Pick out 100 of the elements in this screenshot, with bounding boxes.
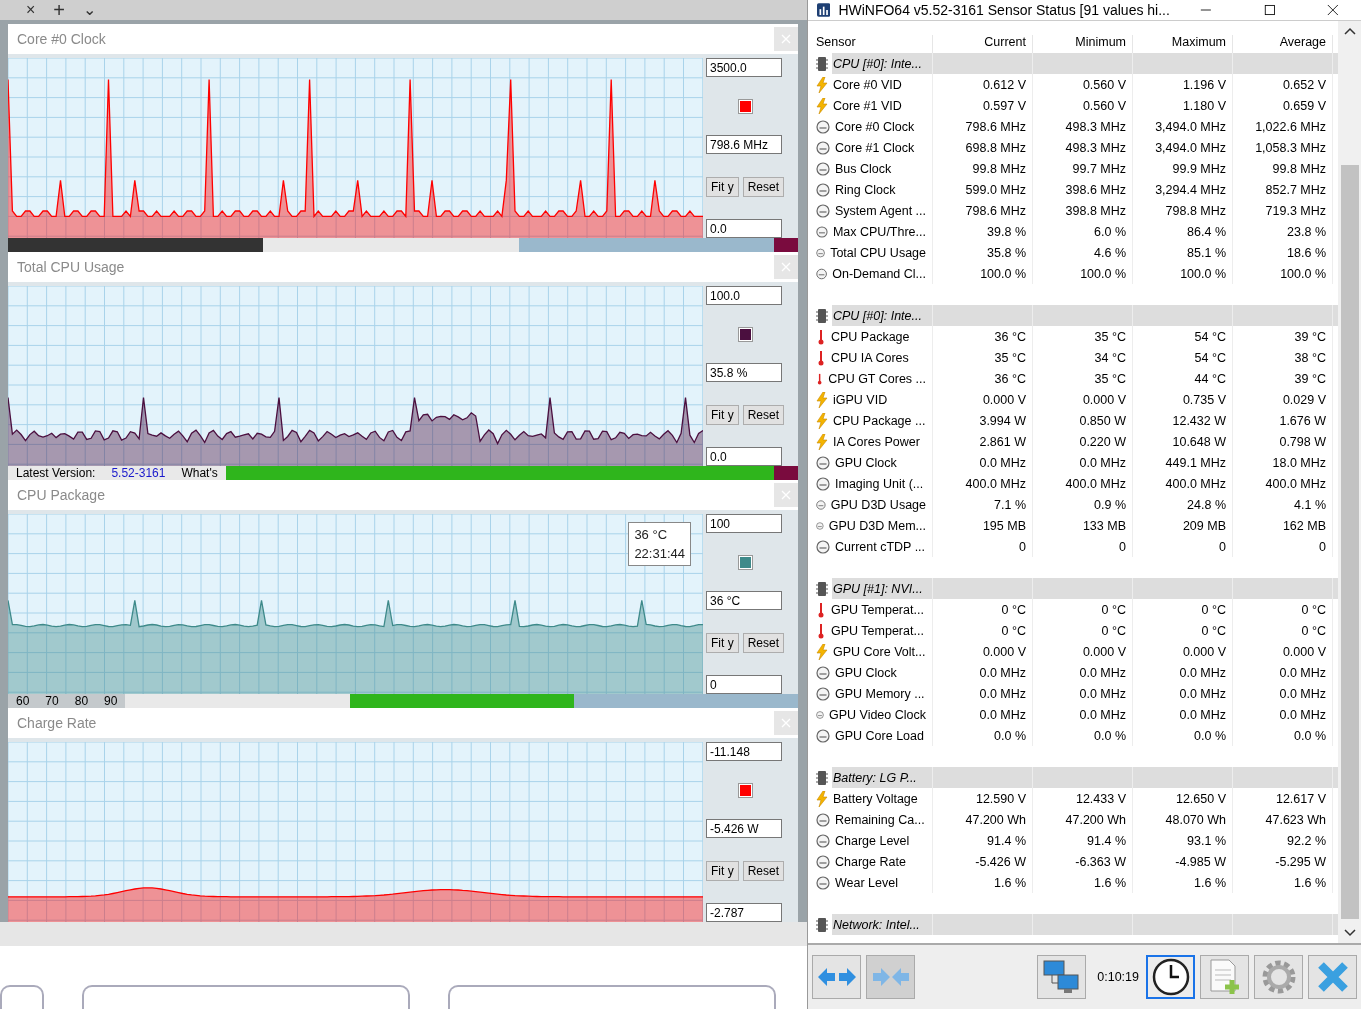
gauge-icon bbox=[816, 203, 830, 218]
close-button[interactable] bbox=[1308, 955, 1357, 999]
table-cell: 162 MB bbox=[1233, 515, 1333, 536]
table-cell: 48.070 Wh bbox=[1133, 809, 1233, 830]
max-value-field[interactable]: -11.148 bbox=[706, 742, 782, 761]
sensor-name: Current cTDP ... bbox=[835, 539, 926, 554]
table-cell: 0.0 % bbox=[1233, 725, 1333, 746]
gauge-icon bbox=[816, 161, 830, 176]
sensor-name: CPU GT Cores ... bbox=[828, 371, 926, 386]
scroll-down-icon[interactable] bbox=[1343, 929, 1356, 937]
swap-button[interactable] bbox=[812, 955, 861, 999]
report-button[interactable] bbox=[1200, 955, 1249, 999]
scrollbar[interactable] bbox=[1338, 21, 1361, 943]
table-cell: -6.363 W bbox=[1033, 851, 1133, 872]
tab-close-button[interactable]: × bbox=[26, 0, 36, 20]
fit-y-button[interactable]: Fit y bbox=[706, 176, 739, 197]
min-value-field[interactable]: 0.0 bbox=[706, 447, 782, 466]
gauge-icon bbox=[816, 812, 830, 827]
table-cell: 0.000 V bbox=[933, 641, 1033, 662]
lightning-icon bbox=[816, 97, 828, 114]
table-cell: 0 °C bbox=[1033, 620, 1133, 641]
table-cell: 0.0 % bbox=[1033, 725, 1133, 746]
max-value-field[interactable]: 100.0 bbox=[706, 286, 782, 305]
table-cell: 1.6 % bbox=[1233, 872, 1333, 893]
table-cell: 12.590 V bbox=[933, 788, 1033, 809]
color-swatch[interactable] bbox=[739, 783, 752, 797]
table-cell: 0 °C bbox=[1133, 620, 1233, 641]
table-cell: 0.612 V bbox=[933, 74, 1033, 95]
table-cell: 3,494.0 MHz bbox=[1133, 116, 1233, 137]
table-cell: 35.8 % bbox=[933, 242, 1033, 263]
reset-button[interactable]: Reset bbox=[742, 632, 785, 653]
sensor-name: Wear Level bbox=[835, 875, 898, 890]
arrows-together-icon bbox=[870, 965, 911, 989]
clock-button[interactable] bbox=[1146, 955, 1195, 999]
table-cell: 47.623 Wh bbox=[1233, 809, 1333, 830]
graph-title: Core #0 Clock bbox=[17, 31, 106, 47]
sensor-name: Core #0 Clock bbox=[835, 119, 915, 134]
table-cell: 1.6 % bbox=[1033, 872, 1133, 893]
sensor-name: Battery Voltage bbox=[833, 791, 918, 806]
table-cell: 400.0 MHz bbox=[1233, 473, 1333, 494]
color-swatch[interactable] bbox=[739, 327, 752, 341]
table-cell: 0.0 MHz bbox=[1133, 662, 1233, 683]
table-cell: 1.676 W bbox=[1233, 410, 1333, 431]
network-button[interactable] bbox=[1037, 955, 1087, 999]
new-tab-button[interactable]: + bbox=[53, 0, 66, 20]
table-cell: 0.0 MHz bbox=[1133, 704, 1233, 725]
table-cell: 0.0 MHz bbox=[933, 662, 1033, 683]
current-value-field: 36 °C bbox=[706, 591, 782, 610]
chip-icon bbox=[816, 580, 828, 597]
maximize-icon[interactable] bbox=[1263, 3, 1276, 17]
table-cell: 36 °C bbox=[933, 326, 1033, 347]
tab-list-button[interactable]: ⌄ bbox=[83, 0, 97, 20]
table-cell: 1.6 % bbox=[1133, 872, 1233, 893]
table-cell: 599.0 MHz bbox=[933, 179, 1033, 200]
current-value-field: 35.8 % bbox=[706, 363, 782, 382]
min-value-field[interactable]: -2.787 bbox=[706, 903, 782, 922]
sensor-name: CPU Package bbox=[831, 329, 910, 344]
fit-y-button[interactable]: Fit y bbox=[706, 860, 739, 881]
table-cell: 0 °C bbox=[1233, 599, 1333, 620]
gauge-icon bbox=[816, 455, 830, 470]
table-cell: 4.6 % bbox=[1033, 242, 1133, 263]
gauge-icon bbox=[816, 266, 828, 281]
gauge-icon bbox=[816, 224, 828, 239]
merge-button[interactable] bbox=[866, 955, 915, 999]
fit-y-button[interactable]: Fit y bbox=[706, 632, 739, 653]
table-cell: 0.560 V bbox=[1033, 95, 1133, 116]
close-icon[interactable] bbox=[1327, 3, 1339, 17]
clock-icon bbox=[1150, 957, 1191, 997]
fit-y-button[interactable]: Fit y bbox=[706, 404, 739, 425]
reset-button[interactable]: Reset bbox=[742, 860, 785, 881]
max-value-field[interactable]: 100 bbox=[706, 514, 782, 533]
scroll-thumb[interactable] bbox=[1340, 165, 1359, 919]
table-cell: 12.650 V bbox=[1133, 788, 1233, 809]
table-cell: 498.3 MHz bbox=[1033, 116, 1133, 137]
thermometer-icon bbox=[816, 349, 826, 366]
table-cell: 0.0 MHz bbox=[933, 683, 1033, 704]
current-value-field: 798.6 MHz bbox=[706, 135, 782, 154]
min-value-field[interactable]: 0 bbox=[706, 675, 782, 694]
color-swatch[interactable] bbox=[739, 555, 752, 569]
reset-button[interactable]: Reset bbox=[742, 176, 785, 197]
min-value-field[interactable]: 0.0 bbox=[706, 219, 782, 238]
table-cell: 0.0 % bbox=[1133, 725, 1233, 746]
table-cell: -5.426 W bbox=[933, 851, 1033, 872]
max-value-field[interactable]: 3500.0 bbox=[706, 58, 782, 77]
color-swatch[interactable] bbox=[739, 99, 752, 113]
table-cell: 3.994 W bbox=[933, 410, 1033, 431]
background-text: 70 bbox=[37, 694, 67, 708]
table-cell: 0.0 MHz bbox=[1033, 662, 1133, 683]
settings-button[interactable] bbox=[1254, 955, 1303, 999]
sensor-name: GPU Memory ... bbox=[835, 686, 925, 701]
gauge-icon bbox=[816, 875, 830, 890]
table-cell: 12.433 V bbox=[1033, 788, 1133, 809]
table-cell: 0.220 W bbox=[1033, 431, 1133, 452]
table-cell: 3,294.4 MHz bbox=[1133, 179, 1233, 200]
reset-button[interactable]: Reset bbox=[742, 404, 785, 425]
sensor-name: GPU Clock bbox=[835, 455, 897, 470]
card-outline bbox=[0, 985, 44, 1009]
table-cell: 0.0 MHz bbox=[1133, 683, 1233, 704]
sensor-name: CPU IA Cores bbox=[831, 350, 909, 365]
scroll-up-icon[interactable] bbox=[1343, 27, 1356, 35]
